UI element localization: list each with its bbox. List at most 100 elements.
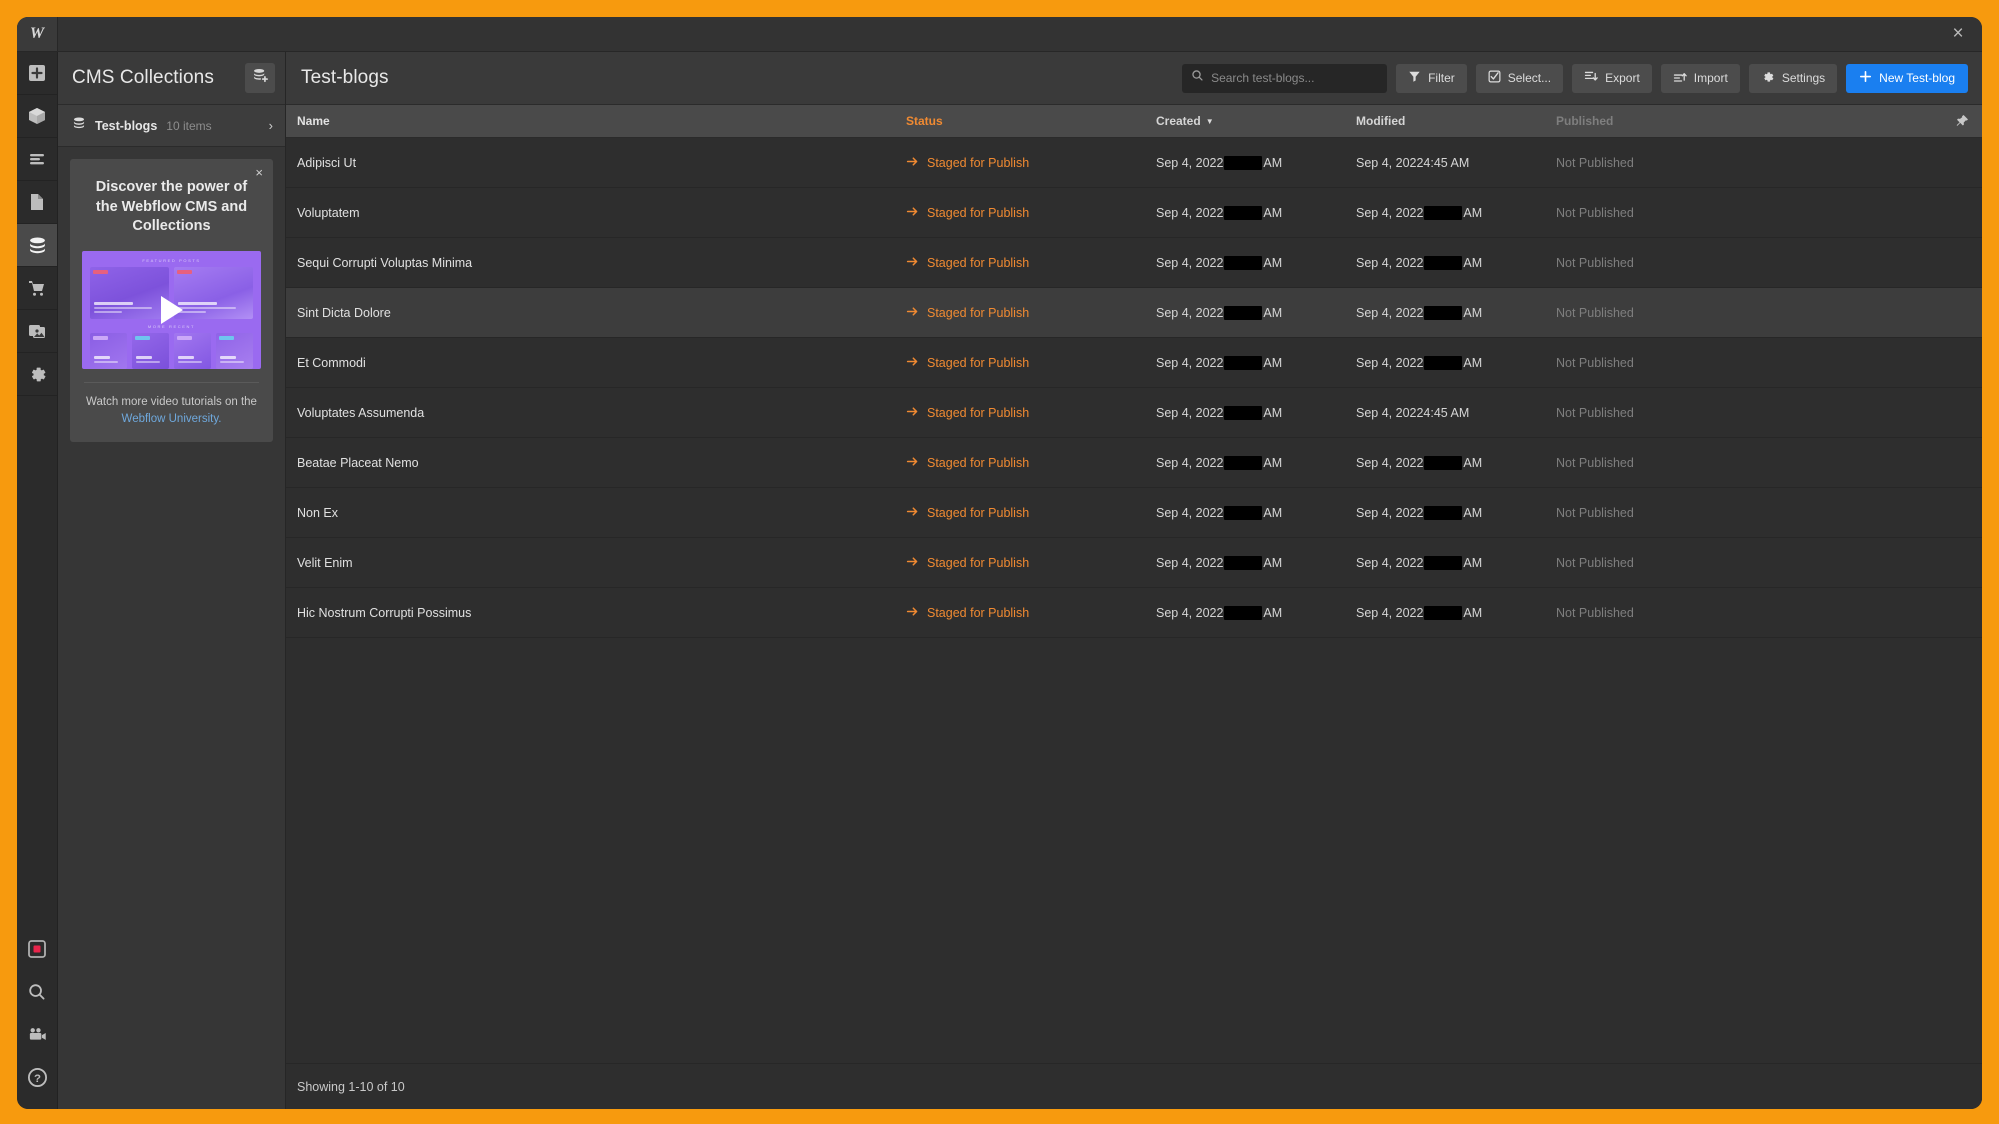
cell-created: Sep 4, 2022 AM — [1156, 155, 1356, 170]
thumb-tag — [93, 335, 108, 340]
cell-modified: Sep 4, 2022 AM — [1356, 205, 1556, 220]
table-row[interactable]: Et Commodi Staged for Publish Sep 4, 2022 … — [286, 338, 1982, 388]
column-header-name[interactable]: Name — [286, 114, 906, 128]
plus-square-icon — [27, 63, 47, 83]
search-input[interactable] — [1211, 71, 1379, 85]
cell-created-time: AM — [1263, 405, 1283, 420]
select-button[interactable]: Select... — [1475, 63, 1564, 93]
page-icon — [27, 192, 47, 212]
sidebar-item-navigator[interactable] — [17, 138, 57, 181]
column-header-published[interactable]: Published — [1556, 114, 1942, 128]
cell-modified-time: AM — [1463, 305, 1483, 320]
redaction-block — [1224, 155, 1263, 170]
table-row[interactable]: Voluptates Assumenda Staged for Publish Se… — [286, 388, 1982, 438]
redaction-block — [1424, 205, 1463, 220]
redaction-block — [1424, 355, 1463, 370]
sidebar-item-assets[interactable] — [17, 310, 57, 353]
cell-status: Staged for Publish — [906, 305, 1156, 321]
select-button-label: Select... — [1507, 71, 1552, 85]
table-row[interactable]: Sequi Corrupti Voluptas Minima Staged for… — [286, 238, 1982, 288]
sidebar-item-settings[interactable] — [17, 353, 57, 396]
sidebar-item-add[interactable] — [17, 52, 57, 95]
new-item-button[interactable]: New Test-blog — [1846, 63, 1968, 93]
export-icon — [1584, 70, 1598, 87]
thumb-label-recent: MORE RECENT — [147, 323, 196, 329]
cell-published: Not Published — [1556, 555, 1634, 570]
table-row[interactable]: Sint Dicta Dolore Staged for Publish Sep 4… — [286, 288, 1982, 338]
cell-modified-date: Sep 4, 2022 — [1356, 455, 1424, 470]
export-button[interactable]: Export — [1572, 63, 1652, 93]
webflow-designer-window: W × ? CMS Collections Test-blogs 10 item… — [17, 17, 1982, 1109]
sidebar-item-test-blogs[interactable]: Test-blogs 10 items › — [58, 105, 285, 147]
new-collection-button[interactable] — [245, 63, 275, 93]
database-icon — [72, 116, 86, 135]
thumb-tag — [177, 269, 192, 274]
cell-created: Sep 4, 2022 AM — [1156, 305, 1356, 320]
cell-published: Not Published — [1556, 405, 1634, 420]
play-icon[interactable] — [160, 295, 183, 324]
import-button[interactable]: Import — [1660, 63, 1740, 93]
cell-status: Staged for Publish — [906, 505, 1156, 521]
rail-search-button[interactable] — [17, 970, 57, 1013]
cell-published: Not Published — [1556, 355, 1634, 370]
table-row[interactable]: Hic Nostrum Corrupti Possimus Staged for … — [286, 588, 1982, 638]
cell-modified: Sep 4, 2022 AM — [1356, 455, 1556, 470]
sidebar-item-components[interactable] — [17, 95, 57, 138]
webflow-university-link[interactable]: Webflow University. — [122, 413, 222, 425]
promo-close-icon[interactable]: × — [252, 163, 266, 182]
cell-status: Staged for Publish — [906, 605, 1156, 621]
sidebar-item-ecommerce[interactable] — [17, 267, 57, 310]
table-row[interactable]: Adipisci Ut Staged for Publish Sep 4, 2022… — [286, 138, 1982, 188]
cell-created-time: AM — [1263, 155, 1283, 170]
cell-published: Not Published — [1556, 605, 1634, 620]
new-item-button-label: New Test-blog — [1879, 71, 1955, 85]
status-badge: Staged for Publish — [927, 605, 1030, 620]
cell-modified: Sep 4, 2022 AM — [1356, 605, 1556, 620]
rail-video-button[interactable] — [17, 1013, 57, 1056]
pin-icon[interactable] — [1942, 114, 1982, 128]
cell-modified: Sep 4, 2022 4:45 AM — [1356, 156, 1556, 170]
close-icon[interactable]: × — [1934, 17, 1982, 51]
thumb-card — [132, 332, 169, 369]
cell-modified-time: 4:45 AM — [1423, 155, 1470, 170]
cell-status: Staged for Publish — [906, 405, 1156, 421]
rail-help-button[interactable]: ? — [17, 1056, 57, 1099]
redaction-block — [1224, 605, 1263, 620]
cell-created: Sep 4, 2022 AM — [1156, 205, 1356, 220]
thumb-card-lines — [94, 301, 165, 315]
search-container[interactable] — [1182, 63, 1388, 93]
filter-button[interactable]: Filter — [1396, 63, 1467, 93]
table-row[interactable]: Velit Enim Staged for Publish Sep 4, 2022 … — [286, 538, 1982, 588]
table-row[interactable]: Non Ex Staged for Publish Sep 4, 2022 AM Se… — [286, 488, 1982, 538]
thumb-card — [174, 332, 211, 369]
cell-created-time: AM — [1263, 355, 1283, 370]
collections-panel-header: CMS Collections — [58, 52, 285, 105]
sidebar-item-cms[interactable] — [17, 224, 57, 267]
promo-video-thumbnail[interactable]: FEATURED POSTS MORE RECENT — [82, 250, 261, 369]
status-badge: Staged for Publish — [927, 255, 1030, 270]
cell-modified: Sep 4, 2022 AM — [1356, 305, 1556, 320]
table-row[interactable]: Voluptatem Staged for Publish Sep 4, 2022 … — [286, 188, 1982, 238]
status-badge: Staged for Publish — [927, 455, 1030, 470]
table-row[interactable]: Beatae Placeat Nemo Staged for Publish Sep… — [286, 438, 1982, 488]
sidebar-item-pages[interactable] — [17, 181, 57, 224]
column-header-created[interactable]: Created ▼ — [1156, 114, 1356, 128]
redaction-block — [1224, 555, 1263, 570]
table-footer: Showing 1-10 of 10 — [286, 1063, 1982, 1109]
column-header-modified[interactable]: Modified — [1356, 114, 1556, 128]
funnel-icon — [1408, 70, 1421, 86]
recording-indicator[interactable] — [17, 927, 57, 970]
cell-published: Not Published — [1556, 255, 1634, 270]
cell-created-date: Sep 4, 2022 — [1156, 305, 1224, 320]
webflow-logo-icon[interactable]: W — [17, 17, 58, 51]
status-badge: Staged for Publish — [927, 405, 1030, 420]
cell-created: Sep 4, 2022 AM — [1156, 455, 1356, 470]
arrow-right-icon — [906, 205, 919, 221]
column-header-status[interactable]: Status — [906, 114, 1156, 128]
column-header-status-label: Status — [906, 114, 943, 128]
settings-button[interactable]: Settings — [1748, 63, 1838, 93]
question-mark-icon: ? — [27, 1067, 48, 1088]
cell-created-time: AM — [1263, 205, 1283, 220]
cell-published: Not Published — [1556, 305, 1634, 320]
thumb-row-recent — [90, 332, 253, 369]
